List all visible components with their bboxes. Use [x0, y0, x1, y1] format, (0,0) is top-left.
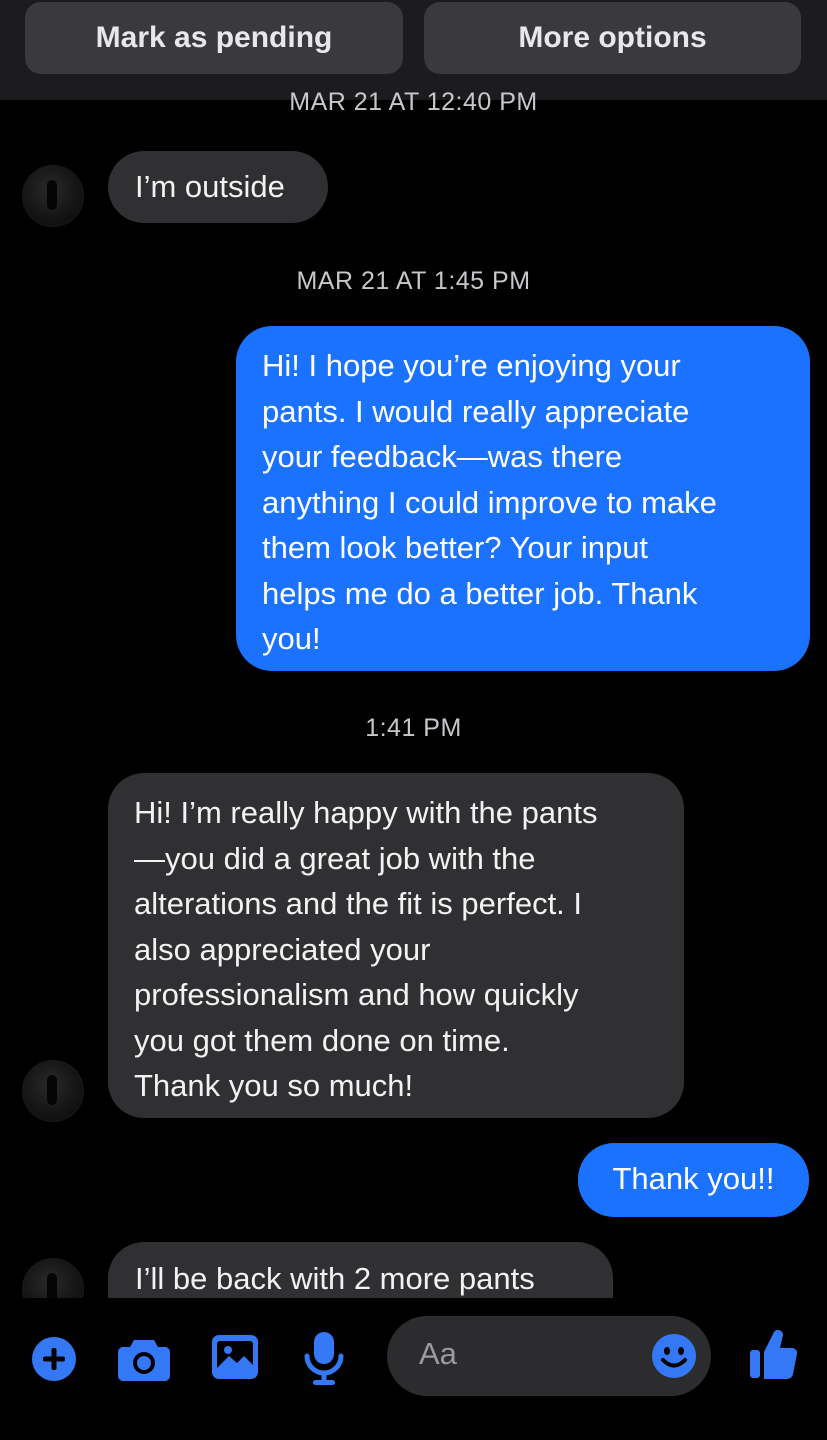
plus-icon[interactable]: [31, 1336, 77, 1382]
timestamp-divider: 1:41 PM: [365, 714, 462, 742]
camera-icon[interactable]: [117, 1336, 171, 1382]
timestamp-divider: MAR 21 AT 1:45 PM: [296, 267, 531, 295]
image-icon[interactable]: [211, 1334, 259, 1380]
microphone-icon[interactable]: [303, 1330, 345, 1388]
chat-screen: Mark as pending More options MAR 21 AT 1…: [0, 0, 827, 1440]
thumbs-up-icon[interactable]: [748, 1328, 798, 1382]
contact-avatar[interactable]: [22, 165, 84, 227]
mark-as-pending-button[interactable]: Mark as pending: [25, 2, 403, 74]
message-bubble-incoming[interactable]: I’m outside: [108, 151, 328, 223]
action-bar: Mark as pending More options: [0, 0, 827, 100]
timestamp-divider: MAR 21 AT 12:40 PM: [0, 88, 827, 116]
timestamp-text: MAR 21 AT 12:40 PM: [289, 88, 538, 116]
message-composer: Aa: [0, 1298, 827, 1440]
message-bubble-outgoing[interactable]: Hi! I hope you’re enjoying your pants. I…: [236, 326, 810, 671]
message-bubble-outgoing[interactable]: Thank you!!: [578, 1143, 809, 1217]
emoji-icon[interactable]: [651, 1333, 697, 1379]
message-input[interactable]: Aa: [387, 1316, 711, 1396]
contact-avatar[interactable]: [22, 1060, 84, 1122]
message-bubble-incoming[interactable]: Hi! I’m really happy with the pants —you…: [108, 773, 684, 1118]
more-options-button[interactable]: More options: [424, 2, 801, 74]
message-input-placeholder: Aa: [419, 1336, 457, 1371]
